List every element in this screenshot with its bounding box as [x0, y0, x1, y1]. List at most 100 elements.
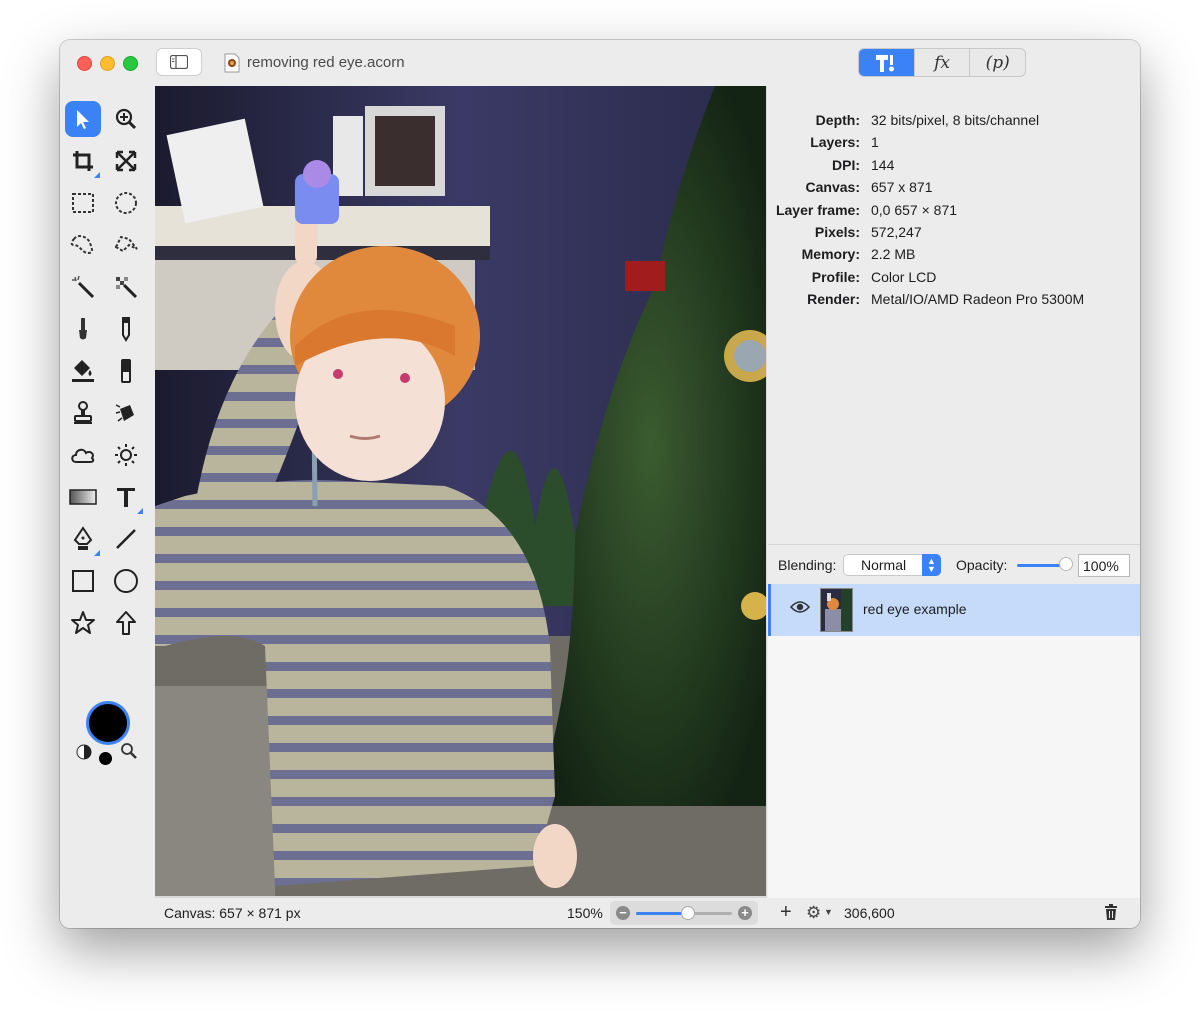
paint-bucket-icon — [72, 360, 94, 382]
brush-icon — [79, 318, 87, 340]
background-color-well[interactable] — [99, 752, 112, 765]
sidebar-icon — [170, 55, 188, 69]
info-value: 144 — [871, 156, 895, 173]
lasso-tool[interactable] — [65, 227, 101, 263]
brightness-tool[interactable] — [108, 437, 144, 473]
foreground-color-well[interactable] — [86, 701, 130, 745]
info-value: 1 — [871, 134, 879, 151]
transform-tool[interactable] — [108, 143, 144, 179]
document-icon — [224, 53, 240, 73]
info-key: Layer frame: — [775, 201, 860, 218]
add-layer-icon[interactable]: + — [780, 901, 792, 924]
color-picker-magnifier-icon[interactable] — [120, 742, 138, 760]
cloud-tool[interactable] — [65, 437, 101, 473]
rect-marquee-tool[interactable] — [65, 185, 101, 221]
gear-icon[interactable]: ⚙ — [806, 903, 821, 923]
info-row: Layers: 1 — [768, 134, 1140, 156]
opacity-field[interactable]: 100% — [1078, 554, 1130, 577]
clone-stamp-tool[interactable] — [65, 395, 101, 431]
layer-row[interactable]: red eye example — [768, 584, 1140, 636]
info-value: 657 x 871 — [871, 179, 933, 196]
info-key: Pixels: — [814, 224, 860, 240]
chevron-down-icon[interactable]: ▼ — [824, 907, 833, 917]
gradient-tool[interactable] — [65, 479, 101, 515]
filters-inspector-tab[interactable]: fx — [913, 49, 970, 76]
dashed-rectangle-icon — [72, 193, 94, 213]
properties-inspector-tab[interactable]: (p) — [969, 49, 1025, 76]
select-arrow-tool[interactable] — [65, 101, 101, 137]
ellipse-marquee-tool[interactable] — [108, 185, 144, 221]
zoom-slider-knob[interactable] — [681, 906, 695, 920]
zoom-window-button[interactable] — [123, 56, 138, 71]
info-value: 32 bits/pixel, 8 bits/channel — [871, 112, 1040, 128]
info-row: Canvas: 657 x 871 — [768, 179, 1140, 201]
line-tool[interactable] — [108, 521, 144, 557]
brush-tool[interactable] — [65, 311, 101, 347]
info-key: Depth: — [815, 112, 860, 128]
polygon-lasso-icon — [114, 235, 138, 253]
arrow-shape-tool[interactable] — [108, 605, 144, 641]
toolbox — [60, 86, 155, 898]
canvas-size-status: Canvas: 657 × 871 px — [164, 905, 301, 921]
info-value: Metal/IO/AMD Radeon Pro 5300M — [871, 291, 1085, 308]
square-icon — [72, 570, 94, 592]
lasso-icon — [70, 235, 93, 255]
magnifier-plus-icon — [115, 108, 137, 130]
dashed-circle-icon — [115, 192, 137, 214]
pen-tool[interactable] — [65, 521, 101, 557]
info-key: Memory: — [801, 246, 860, 263]
color-select-tool[interactable] — [108, 269, 144, 305]
retouch-tool[interactable] — [108, 395, 144, 431]
layer-name: red eye example — [863, 601, 967, 617]
pen-nib-icon — [73, 526, 93, 550]
magic-wand-icon — [72, 275, 95, 299]
canvas-area[interactable] — [155, 86, 767, 898]
blending-mode-select[interactable]: Normal ▲ ▼ — [843, 554, 941, 576]
info-value: 0,0 657 × 871 — [871, 201, 958, 218]
trash-icon[interactable] — [1104, 904, 1118, 920]
pencil-icon — [122, 317, 130, 342]
title-bar: removing red eye.acorn fx (p) — [60, 40, 1140, 86]
star-icon — [71, 611, 95, 634]
stamp-icon — [74, 401, 92, 424]
zoom-control: − + — [610, 901, 758, 925]
zoom-out-icon[interactable]: − — [616, 906, 630, 920]
tools-inspector-tab[interactable] — [859, 49, 914, 76]
paint-bucket-tool[interactable] — [65, 353, 101, 389]
zoom-percentage: 150% — [567, 905, 603, 921]
arrow-cursor-icon — [77, 110, 89, 129]
info-row: Layer frame: 0,0 657 × 871 — [768, 202, 1140, 224]
gradient-icon — [69, 489, 97, 505]
app-window: removing red eye.acorn fx (p) Depth: 32 … — [60, 40, 1140, 928]
toggle-sidebar-button[interactable] — [156, 48, 202, 76]
minimize-window-button[interactable] — [100, 56, 115, 71]
up-arrow-icon — [116, 611, 136, 635]
polygon-lasso-tool[interactable] — [108, 227, 144, 263]
photo-canvas[interactable] — [155, 86, 766, 896]
star-shape-tool[interactable] — [65, 605, 101, 641]
text-tool[interactable] — [108, 479, 144, 515]
info-key: Profile: — [811, 268, 860, 285]
zoom-tool[interactable] — [108, 101, 144, 137]
sun-icon — [115, 444, 137, 466]
close-window-button[interactable] — [77, 56, 92, 71]
pencil-tool[interactable] — [108, 311, 144, 347]
eye-icon[interactable] — [790, 600, 810, 614]
crop-tool[interactable] — [65, 143, 101, 179]
oval-shape-tool[interactable] — [108, 563, 144, 599]
rectangle-shape-tool[interactable] — [65, 563, 101, 599]
opacity-slider-knob[interactable] — [1059, 557, 1073, 571]
eraser-tool[interactable] — [108, 353, 144, 389]
info-key: Canvas: — [805, 179, 860, 196]
swap-colors-icon[interactable] — [76, 744, 92, 760]
info-row: DPI: 144 — [768, 157, 1140, 179]
blending-label: Blending: — [778, 557, 837, 573]
info-row: Profile: Color LCD — [768, 269, 1140, 291]
bug-sparkle-icon — [115, 404, 134, 422]
magic-wand-tool[interactable] — [65, 269, 101, 305]
opacity-label: Opacity: — [956, 557, 1008, 573]
cloud-icon — [71, 448, 95, 463]
info-key: DPI: — [832, 156, 860, 173]
info-value: 572,247 — [871, 224, 922, 240]
zoom-in-icon[interactable]: + — [738, 906, 752, 920]
